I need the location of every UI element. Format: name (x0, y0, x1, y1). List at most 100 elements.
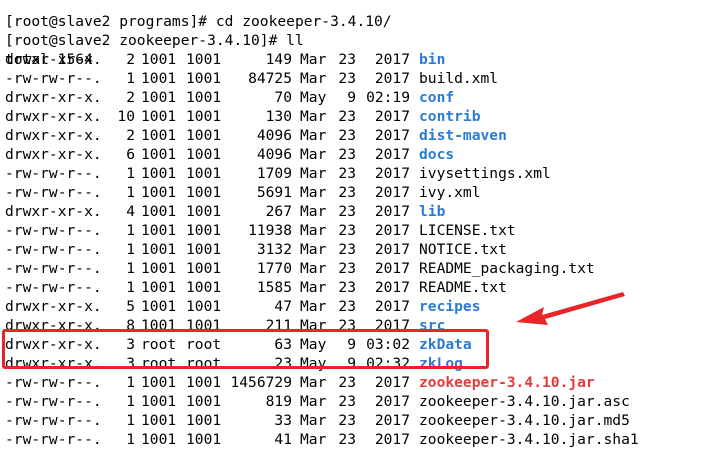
entry-group: 1001 (186, 412, 222, 429)
list-item: drwxr-xr-x. 2 1001 1001 70 May 9 02:19 conf (0, 88, 706, 107)
entry-perms: drwxr-xr-x. (5, 317, 102, 334)
entry-owner: 1001 (141, 127, 177, 144)
list-item: -rw-rw-r--. 1 1001 1001 1456729 Mar 23 2017 zook… (0, 373, 706, 392)
list-item: drwxr-xr-x. 3 root root 23 May 9 02:32 zkLog (0, 354, 706, 373)
entry-size: 63 (274, 336, 292, 353)
entry-size: 211 (265, 317, 292, 334)
entry-size: 33 (274, 412, 292, 429)
entry-links: 3 (126, 355, 135, 372)
entry-month: Mar (300, 393, 327, 410)
entry-size: 267 (265, 203, 292, 220)
list-item: -rw-rw-r--. 1 1001 1001 84725 Mar 23 2017 build.… (0, 69, 706, 88)
terminal-line-total: total 1564 (0, 31, 706, 68)
entry-owner: 1001 (141, 203, 177, 220)
entry-time: 2017 (374, 222, 410, 239)
entry-owner: 1001 (141, 89, 177, 106)
entry-day: 23 (338, 260, 356, 277)
entry-day: 23 (338, 374, 356, 391)
entry-name: zkLog (419, 355, 463, 372)
entry-month: Mar (300, 298, 327, 315)
entry-links: 1 (126, 279, 135, 296)
entry-links: 6 (126, 146, 135, 163)
list-item: drwxr-xr-x. 8 1001 1001 211 Mar 23 2017 src (0, 316, 706, 335)
entry-month: Mar (300, 108, 327, 125)
entry-name: README_packaging.txt (419, 260, 595, 277)
entry-perms: drwxr-xr-x. (5, 203, 102, 220)
entry-name: zookeeper-3.4.10.jar.md5 (419, 412, 630, 429)
entry-time: 03:02 (366, 336, 410, 353)
entry-links: 3 (126, 336, 135, 353)
list-item: -rw-rw-r--. 1 1001 1001 1585 Mar 23 2017 README.… (0, 278, 706, 297)
entry-name: docs (419, 146, 455, 163)
entry-size: 5691 (256, 184, 292, 201)
entry-size: 47 (274, 298, 292, 315)
list-item: drwxr-xr-x. 5 1001 1001 47 Mar 23 2017 recipes (0, 297, 706, 316)
entry-perms: -rw-rw-r--. (5, 412, 102, 429)
entry-day: 23 (338, 317, 356, 334)
entry-owner: 1001 (141, 431, 177, 448)
entry-group: 1001 (186, 89, 222, 106)
list-item: drwxr-xr-x. 10 1001 1001 130 Mar 23 2017 contrib (0, 107, 706, 126)
list-item: drwxr-xr-x. 6 1001 1001 4096 Mar 23 2017 docs (0, 145, 706, 164)
entry-day: 23 (338, 222, 356, 239)
entry-group: 1001 (186, 374, 222, 391)
entry-group: 1001 (186, 241, 222, 258)
entry-links: 1 (126, 431, 135, 448)
entry-day: 23 (338, 412, 356, 429)
entry-day: 23 (338, 184, 356, 201)
entry-time: 2017 (374, 165, 410, 182)
entry-name: dist-maven (419, 127, 507, 144)
entry-month: Mar (300, 431, 327, 448)
entry-time: 2017 (374, 70, 410, 87)
entry-time: 2017 (374, 241, 410, 258)
entry-group: 1001 (186, 317, 222, 334)
entry-size: 1709 (256, 165, 292, 182)
entry-time: 2017 (374, 393, 410, 410)
entry-time: 2017 (374, 260, 410, 277)
entry-group: 1001 (186, 222, 222, 239)
entry-time: 02:19 (366, 89, 410, 106)
entry-month: May (300, 336, 327, 353)
entry-name: README.txt (419, 279, 507, 296)
list-item: -rw-rw-r--. 1 1001 1001 3132 Mar 23 2017 NOTICE.… (0, 240, 706, 259)
entry-month: Mar (300, 279, 327, 296)
entry-month: Mar (300, 165, 327, 182)
entry-name: zookeeper-3.4.10.jar (419, 374, 595, 391)
entry-group: 1001 (186, 260, 222, 277)
entry-month: Mar (300, 317, 327, 334)
entry-time: 2017 (374, 279, 410, 296)
entry-perms: drwxr-xr-x. (5, 336, 102, 353)
entry-day: 23 (338, 298, 356, 315)
entry-month: Mar (300, 241, 327, 258)
entry-day: 23 (338, 108, 356, 125)
terminal-window[interactable]: [root@slave2 programs]# cd zookeeper-3.4… (0, 0, 706, 449)
entry-owner: 1001 (141, 412, 177, 429)
entry-links: 4 (126, 203, 135, 220)
list-item: -rw-rw-r--. 1 1001 1001 1709 Mar 23 2017 ivysett… (0, 164, 706, 183)
entry-time: 2017 (374, 203, 410, 220)
entry-day: 23 (338, 51, 356, 68)
entry-group: 1001 (186, 184, 222, 201)
entry-links: 1 (126, 184, 135, 201)
entry-perms: -rw-rw-r--. (5, 431, 102, 448)
entry-owner: root (141, 355, 177, 372)
entry-time: 2017 (374, 431, 410, 448)
list-item: -rw-rw-r--. 1 1001 1001 33 Mar 23 2017 zookeeper… (0, 411, 706, 430)
entry-perms: drwxr-xr-x. (5, 298, 102, 315)
entry-time: 2017 (374, 298, 410, 315)
entry-owner: 1001 (141, 165, 177, 182)
entry-group: 1001 (186, 165, 222, 182)
entry-perms: -rw-rw-r--. (5, 222, 102, 239)
entry-name: LICENSE.txt (419, 222, 516, 239)
entry-day: 23 (338, 431, 356, 448)
entry-name: build.xml (419, 70, 499, 87)
entry-size: 1770 (256, 260, 292, 277)
entry-day: 23 (338, 70, 356, 87)
entry-owner: 1001 (141, 298, 177, 315)
entry-time: 2017 (374, 51, 410, 68)
entry-owner: 1001 (141, 51, 177, 68)
entry-month: May (300, 89, 327, 106)
entry-name: contrib (419, 108, 481, 125)
entry-owner: 1001 (141, 70, 177, 87)
entry-day: 23 (338, 146, 356, 163)
